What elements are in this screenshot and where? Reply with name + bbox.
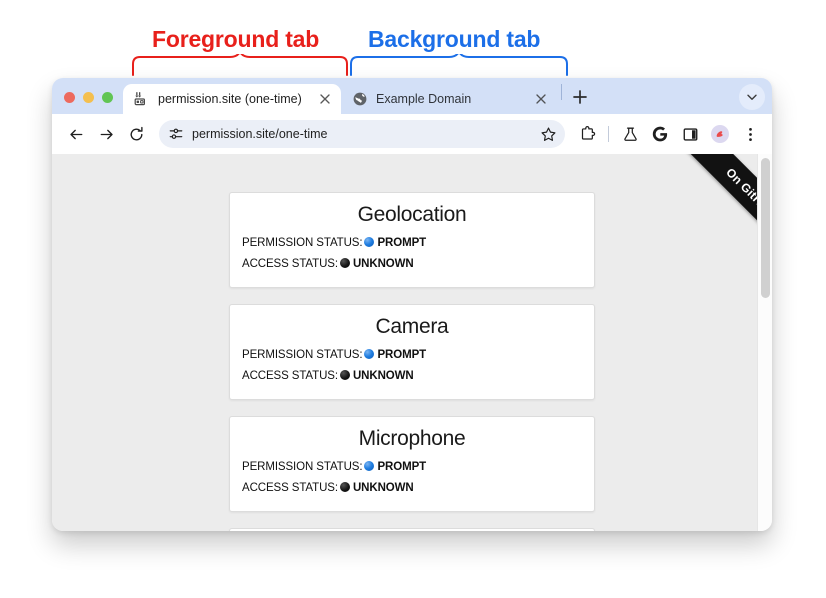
page-viewport: Geolocation PERMISSION STATUS: PROMPT ACC…	[52, 154, 772, 531]
chevron-down-icon	[747, 94, 757, 100]
status-dot-black	[339, 370, 350, 380]
arrow-left-icon	[69, 129, 82, 139]
annotation-background-tab-label: Background tab	[368, 26, 541, 52]
toolbar-divider	[608, 126, 609, 142]
google-g-icon	[652, 126, 668, 142]
side-panel-icon	[683, 127, 697, 141]
permission-status-line: PERMISSION STATUS: PROMPT	[242, 457, 582, 478]
browser-toolbar: permission.site/one-time	[52, 114, 772, 154]
close-icon[interactable]	[533, 91, 549, 107]
card-title: Geolocation	[357, 203, 467, 226]
permission-status-line: PERMISSION STATUS: PROMPT	[242, 233, 582, 254]
tab-divider	[561, 84, 562, 100]
avatar	[711, 125, 729, 143]
permission-card[interactable]: Geolocation PERMISSION STATUS: PROMPT ACC…	[229, 192, 595, 288]
address-bar[interactable]: permission.site/one-time	[159, 120, 565, 148]
reload-button[interactable]	[122, 120, 150, 148]
window-traffic-lights	[60, 92, 123, 114]
access-status-label: ACCESS STATUS:	[242, 482, 338, 494]
access-status-value: UNKNOWN	[352, 370, 414, 382]
permission-status-label: PERMISSION STATUS:	[242, 461, 363, 473]
access-status-value: UNKNOWN	[352, 482, 414, 494]
status-dot-blue	[364, 349, 375, 359]
flask-icon	[623, 127, 637, 141]
bookmark-button[interactable]	[535, 121, 561, 147]
window-maximize-button[interactable]	[102, 92, 113, 103]
browser-menu-button[interactable]	[736, 120, 764, 148]
labs-button[interactable]	[616, 120, 644, 148]
window-minimize-button[interactable]	[83, 92, 94, 103]
status-dot-blue	[364, 237, 375, 247]
permission-status-value: PROMPT	[377, 237, 427, 249]
access-status-label: ACCESS STATUS:	[242, 370, 338, 382]
side-panel-button[interactable]	[676, 120, 704, 148]
puzzle-icon	[581, 125, 595, 140]
permission-status-line: PERMISSION STATUS: PROMPT	[242, 345, 582, 366]
permission-card-list: Geolocation PERMISSION STATUS: PROMPT ACC…	[52, 154, 772, 531]
tab-title: Example Domain	[376, 92, 472, 106]
star-icon	[540, 126, 556, 141]
access-status-line: ACCESS STATUS: UNKNOWN	[242, 366, 582, 387]
extensions-button[interactable]	[573, 120, 601, 148]
permission-site-icon	[134, 92, 145, 106]
page-scrollbar[interactable]	[757, 154, 772, 531]
arrow-right-icon	[100, 129, 113, 139]
status-dot-black	[339, 482, 350, 492]
close-icon[interactable]	[317, 91, 333, 107]
access-status-value: UNKNOWN	[352, 258, 414, 270]
google-apps-button[interactable]	[646, 120, 674, 148]
address-bar-url: permission.site/one-time	[192, 127, 328, 141]
status-dot-blue	[364, 461, 375, 471]
tab-example-domain[interactable]: Example Domain	[341, 84, 557, 114]
access-status-label: ACCESS STATUS:	[242, 258, 338, 270]
screenshot-root: Foreground tab Background tab permission…	[0, 0, 826, 598]
tab-title: permission.site (one-time)	[158, 92, 302, 106]
forward-button[interactable]	[92, 120, 120, 148]
permission-card[interactable]: PERMISSION STATUS:	[229, 528, 595, 531]
permission-card[interactable]: Camera PERMISSION STATUS: PROMPT ACCESS S…	[229, 304, 595, 400]
permission-status-label: PERMISSION STATUS:	[242, 237, 363, 249]
back-button[interactable]	[62, 120, 90, 148]
globe-icon	[353, 92, 367, 106]
permission-card[interactable]: Microphone PERMISSION STATUS: PROMPT ACCE…	[229, 416, 595, 512]
annotation-foreground-brace	[132, 54, 348, 76]
profile-button[interactable]	[706, 120, 734, 148]
status-dot-black	[339, 258, 350, 268]
new-tab-button[interactable]	[568, 85, 592, 109]
tab-permission-site[interactable]: permission.site (one-time)	[123, 84, 341, 114]
more-vertical-icon	[748, 127, 752, 141]
card-title: Microphone	[358, 427, 466, 450]
site-settings-icon[interactable]	[168, 126, 184, 142]
window-close-button[interactable]	[64, 92, 75, 103]
permission-status-label: PERMISSION STATUS:	[242, 349, 363, 361]
annotation-background-brace	[350, 54, 568, 76]
reload-icon	[130, 126, 143, 140]
permission-status-value: PROMPT	[377, 461, 427, 473]
card-title: Camera	[375, 315, 449, 338]
annotation-foreground-tab-label: Foreground tab	[152, 26, 320, 52]
access-status-line: ACCESS STATUS: UNKNOWN	[242, 478, 582, 499]
access-status-line: ACCESS STATUS: UNKNOWN	[242, 254, 582, 275]
browser-window: permission.site (one-time) Example Domai…	[52, 78, 772, 531]
tab-search-button[interactable]	[739, 84, 765, 110]
page-scrollbar-thumb[interactable]	[761, 158, 770, 298]
tab-strip: permission.site (one-time) Example Domai…	[52, 78, 772, 114]
permission-status-value: PROMPT	[377, 349, 427, 361]
